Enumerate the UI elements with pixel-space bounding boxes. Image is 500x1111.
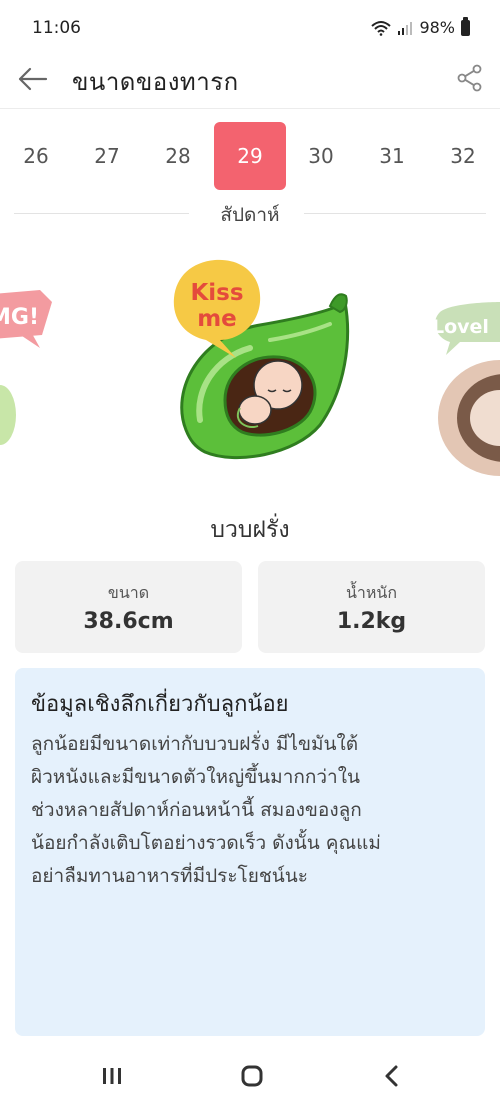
- week-selector: 26 27 28 29 30 31 32: [0, 118, 500, 194]
- size-value: 38.6cm: [83, 609, 174, 634]
- size-label: ขนาด: [107, 583, 150, 602]
- week-item-31[interactable]: 31: [356, 122, 428, 190]
- week-item-27[interactable]: 27: [71, 122, 143, 190]
- left-bubble-text: MG!: [0, 305, 39, 330]
- system-nav-bar: [0, 1040, 500, 1111]
- insight-line: ช่วงหลายสัปดาห์ก่อนหน้านี้ สมองของลูก: [31, 799, 362, 821]
- battery-icon: [461, 16, 470, 36]
- right-bubble-text: Lovel: [432, 316, 489, 338]
- insight-line: ลูกน้อยมีขนาดเท่ากับบวบฝรั่ง มีไขมันใต้: [31, 733, 359, 755]
- page-title: ขนาดของทารก: [72, 68, 239, 96]
- home-icon[interactable]: [232, 1062, 272, 1090]
- week-item-30[interactable]: 30: [285, 122, 357, 190]
- insight-title: ข้อมูลเชิงลึกเกี่ยวกับลูกน้อย: [31, 692, 289, 717]
- back-icon[interactable]: [372, 1062, 412, 1090]
- right-fruit-illustration[interactable]: Lovel: [432, 302, 500, 476]
- zucchini-baby-illustration: Kiss me: [173, 259, 350, 459]
- left-fruit-illustration[interactable]: MG!: [0, 290, 52, 445]
- battery-percent: 98%: [419, 18, 455, 37]
- week-item-28[interactable]: 28: [142, 122, 214, 190]
- weight-card: น้ำหนัก 1.2kg: [258, 561, 485, 653]
- week-label-row: สัปดาห์: [14, 195, 486, 231]
- status-bar: 11:06 98%: [0, 0, 500, 52]
- weight-label: น้ำหนัก: [345, 583, 398, 602]
- insight-body: ลูกน้อยมีขนาดเท่ากับบวบฝรั่ง มีไขมันใต้ …: [31, 728, 473, 893]
- recent-apps-icon[interactable]: [92, 1062, 132, 1090]
- insight-line: อย่าลืมทานอาหารที่มีประโยชน์นะ: [31, 865, 308, 887]
- app-bar: ขนาดของทารก: [0, 52, 500, 109]
- status-time: 11:06: [32, 18, 81, 38]
- status-icons: 98%: [371, 16, 470, 37]
- signal-icon: [398, 21, 413, 35]
- center-bubble-line1: Kiss: [190, 280, 243, 306]
- fruit-carousel[interactable]: MG! Kiss me: [0, 240, 500, 500]
- insight-box: ข้อมูลเชิงลึกเกี่ยวกับลูกน้อย ลูกน้อยมีข…: [15, 668, 485, 1036]
- week-item-26[interactable]: 26: [0, 122, 72, 190]
- week-label: สัปดาห์: [220, 204, 280, 226]
- size-card: ขนาด 38.6cm: [15, 561, 242, 653]
- week-item-32[interactable]: 32: [427, 122, 499, 190]
- center-bubble-line2: me: [197, 306, 237, 332]
- weight-value: 1.2kg: [336, 609, 407, 634]
- insight-line: น้อยกำลังเติบโตอย่างรวดเร็ว ดังนั้น คุณแ…: [31, 832, 381, 854]
- share-icon[interactable]: [456, 64, 484, 92]
- insight-line: ผิวหนังและมีขนาดตัวใหญ่ขึ้นมากกว่าใน: [31, 766, 360, 788]
- arrow-left-icon[interactable]: [16, 64, 50, 94]
- week-item-29-selected[interactable]: 29: [214, 122, 286, 190]
- fruit-name: บวบฝรั่ง: [210, 517, 290, 543]
- wifi-icon: [371, 20, 392, 36]
